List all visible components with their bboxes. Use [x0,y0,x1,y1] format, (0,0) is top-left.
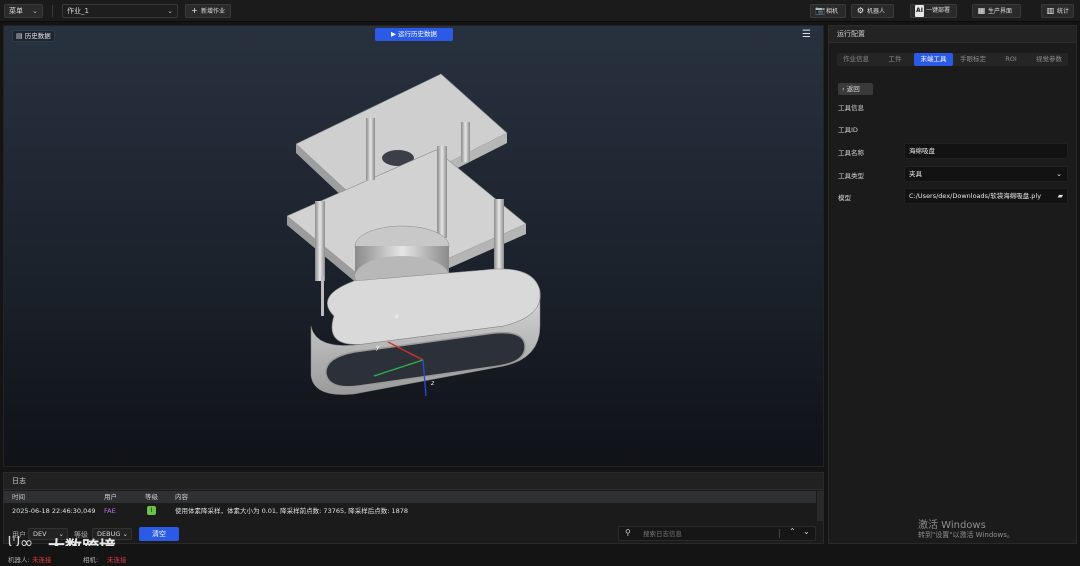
production-button-label: 生产界面 [988,8,1013,15]
tab-end-tool[interactable]: 末端工具 [914,53,953,66]
chevron-down-icon[interactable]: ⌄ [803,527,810,536]
x-axis-label: x [395,313,399,320]
stats-button-label: 统计 [1057,8,1070,15]
stats-icon: ▥ [1046,6,1055,15]
panel-title: 运行配置 [829,26,1076,43]
chevron-down-icon: ⌄ [1056,170,1062,178]
new-job-button[interactable]: + 新增作业 [185,4,231,18]
menu-dropdown[interactable]: 菜单 ⌄ [4,4,43,18]
col-level: 等级 [145,493,158,501]
job-select[interactable]: 作业_1 ⌄ [62,4,178,18]
tab-roi[interactable]: ROI [992,53,1030,66]
log-title: 日志 [4,473,823,490]
chevron-down-icon: ⌄ [32,7,38,15]
model-path-value: C:/Users/dex/Downloads/软袋海绵吸盘.ply [909,192,1042,200]
tool-name-field[interactable]: 海绵吸盘 [904,143,1068,159]
suction-gripper-model [286,73,541,397]
y-axis-label: y [376,344,380,351]
production-icon: ▦ [977,6,986,15]
log-search-box: ⚲ ⌃ ⌄ [618,526,816,541]
divider [52,5,53,17]
top-toolbar: 菜单 ⌄ 作业_1 ⌄ + 新增作业 📷相机 ⚙ 机器人 AI 一键部署 ▦ 生产界面 … [0,0,1080,22]
table-row: 2025-06-18 22:46:30,049 FAE I 使用体素降采样，体素… [4,505,816,517]
camera-status-value: 未连接 [107,556,127,564]
divider [779,529,780,538]
col-content: 内容 [175,493,188,501]
config-tabs: 作业信息 工件 末端工具 手眼标定 ROI 视觉参数 [837,53,1068,66]
log-table-header: 时间 用户 等级 内容 [4,491,816,503]
robot-button[interactable]: ⚙ 机器人 [851,4,894,18]
log-level-badge: I [147,506,156,515]
tool-type-value: 夹具 [909,170,922,178]
camera-status-label: 相机: [83,556,99,564]
log-scrollbar[interactable] [817,491,823,521]
production-button[interactable]: ▦ 生产界面 [972,4,1021,18]
camera-icon: 📷 [815,6,825,15]
chevron-left-icon: ‹ [842,85,845,93]
camera-button[interactable]: 📷相机 [810,4,846,18]
3d-viewport[interactable]: ▤ 历史数据 ▶ 运行历史数据 ☰ x y z [3,25,824,467]
section-title: 工具信息 [838,104,864,112]
robot-status-label: 机器人: [8,556,30,564]
activate-windows-subtitle: 转到"设置"以激活 Windows。 [918,531,1014,539]
back-label: 返回 [846,85,860,93]
camera-button-label: 相机 [826,8,839,15]
log-user: FAE [104,507,116,515]
stats-button[interactable]: ▥ 统计 [1041,4,1074,18]
tab-vision-params[interactable]: 视觉参数 [1030,53,1068,66]
tab-workpiece[interactable]: 工件 [876,53,914,66]
tab-job-info[interactable]: 作业信息 [837,53,875,66]
run-config-panel: 运行配置 作业信息 工件 末端工具 手眼标定 ROI 视觉参数 ‹ 返回 工具信… [828,25,1077,544]
robot-status-value: 未连接 [32,556,52,564]
tool-name-label: 工具名称 [838,149,864,157]
z-axis-label: z [431,380,435,387]
search-icon: ⚲ [625,528,631,537]
plus-icon: + [191,6,198,15]
tool-id-label: 工具ID [838,126,858,134]
status-bar: 机器人: 未连接 相机: 未连接 [0,546,1080,566]
log-search-input[interactable] [643,528,773,539]
folder-icon[interactable]: ▰ [1058,189,1063,203]
deploy-button-label: 一键部署 [926,7,951,14]
tool-type-label: 工具类型 [838,172,864,180]
menu-label: 菜单 [9,7,23,15]
robot-button-label: 机器人 [867,8,886,15]
activate-windows-title: 激活 Windows [918,520,986,531]
model-label: 模型 [838,194,851,202]
chevron-down-icon: ⌄ [167,7,173,15]
tab-hand-eye[interactable]: 手眼标定 [954,53,992,66]
deploy-button[interactable]: AI 一键部署 [910,4,957,18]
model-path-field[interactable]: C:/Users/dex/Downloads/软袋海绵吸盘.ply ▰ [904,188,1068,204]
col-time: 时间 [12,493,25,501]
job-select-value: 作业_1 [67,7,89,15]
log-content: 使用体素降采样，体素大小为 0.01, 降采样前点数: 73765, 降采样后点… [175,507,409,515]
chevron-up-icon[interactable]: ⌃ [789,527,796,536]
ai-icon: AI [915,5,924,17]
tool-type-select[interactable]: 夹具 ⌄ [904,166,1068,182]
robot-arm-icon: ⚙ [856,6,865,15]
log-time: 2025-06-18 22:46:30,049 [12,507,96,515]
back-button[interactable]: ‹ 返回 [838,83,873,95]
col-user: 用户 [104,493,117,501]
new-job-label: 新增作业 [201,8,226,15]
